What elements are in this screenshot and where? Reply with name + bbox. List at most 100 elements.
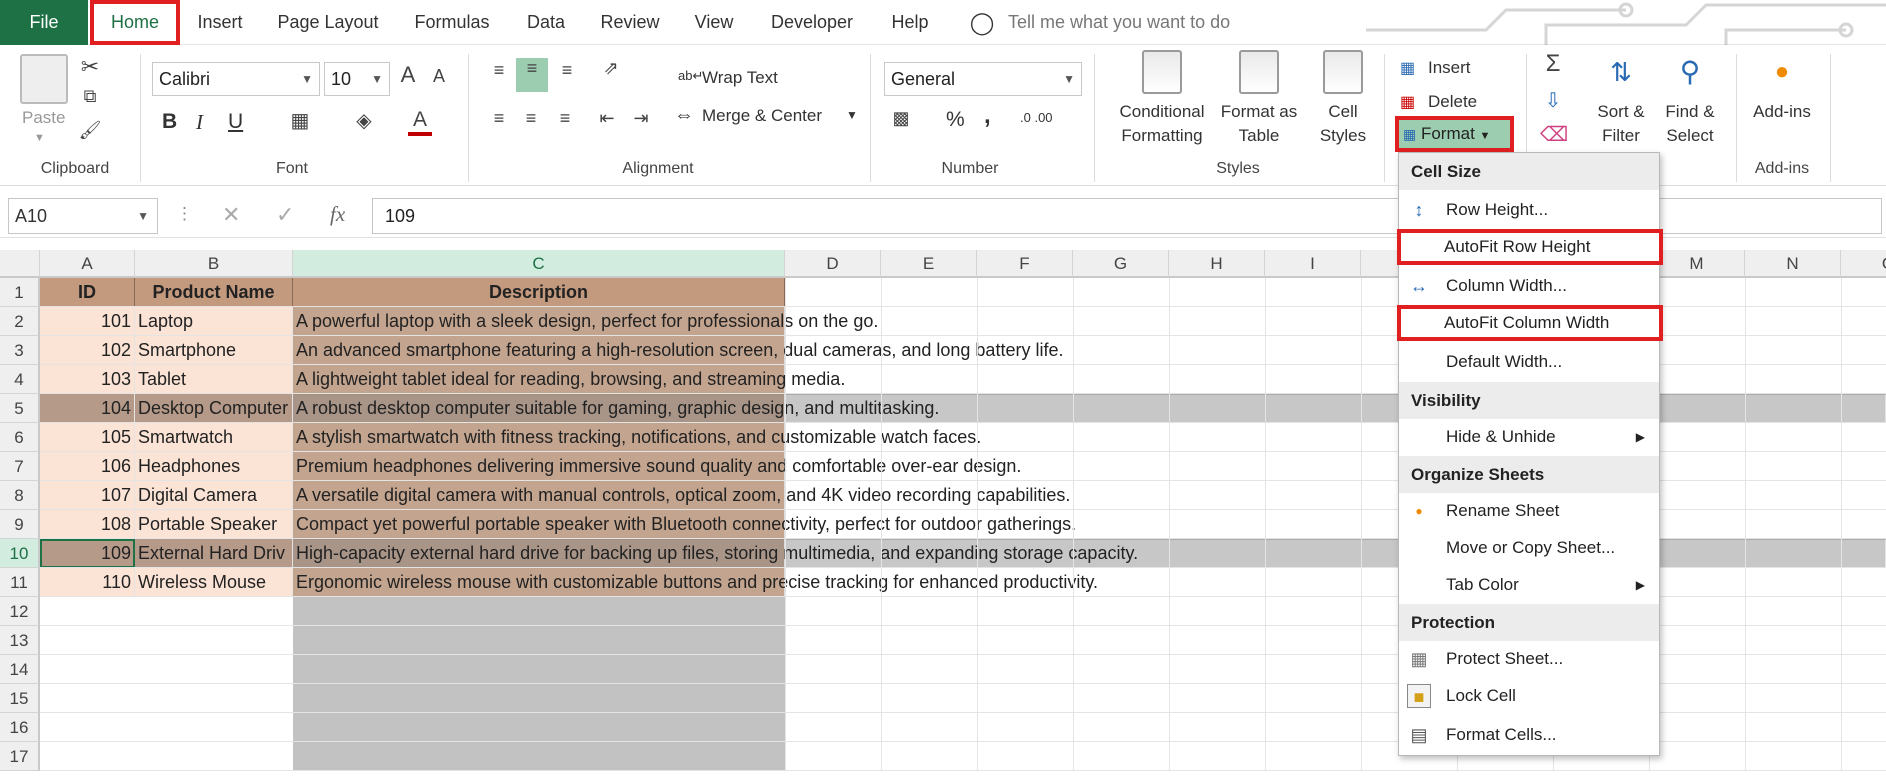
table-cell-description[interactable]: A robust desktop computer suitable for g… (293, 394, 1393, 423)
row-header-16[interactable]: 16 (0, 713, 40, 742)
menu-item-default-width[interactable]: Default Width... (1399, 344, 1659, 380)
enter-icon[interactable]: ✓ (276, 202, 294, 228)
table-cell-product[interactable]: Digital Camera (135, 481, 293, 510)
row-header-7[interactable]: 7 (0, 452, 40, 481)
column-header-o[interactable]: O (1841, 250, 1886, 278)
menu-item-hide-unhide[interactable]: Hide & Unhide ▶ (1399, 419, 1659, 455)
paste-icon[interactable] (20, 54, 68, 104)
add-ins-button[interactable]: ● Add-ins (1744, 50, 1820, 124)
menu-item-tab-color[interactable]: Tab Color ▶ (1399, 567, 1659, 603)
table-cell-description[interactable]: A lightweight tablet ideal for reading, … (293, 365, 1393, 394)
tab-review[interactable]: Review (592, 0, 668, 45)
table-cell-description[interactable]: Ergonomic wireless mouse with customizab… (293, 568, 1393, 597)
align-left-icon[interactable]: ≡ (486, 108, 512, 129)
align-middle-icon[interactable]: ≡ (516, 58, 548, 92)
underline-button[interactable]: U (228, 110, 243, 134)
menu-item-protect-sheet[interactable]: ▦ Protect Sheet... (1399, 641, 1659, 677)
orientation-icon[interactable]: ⇗ (598, 58, 624, 79)
table-cell-id[interactable]: 102 (40, 336, 135, 365)
autosum-icon[interactable]: Σ (1540, 50, 1566, 78)
format-as-table-button[interactable]: Format as Table (1216, 50, 1302, 148)
table-cell-description[interactable]: An advanced smartphone featuring a high-… (293, 336, 1393, 365)
menu-item-autofit-row-height[interactable]: AutoFit Row Height (1397, 229, 1663, 265)
column-header-h[interactable]: H (1169, 250, 1265, 278)
find-select-button[interactable]: ⚲ Find & Select (1656, 50, 1724, 148)
sort-filter-button[interactable]: ⇅ Sort & Filter (1588, 50, 1654, 148)
table-cell-product[interactable]: External Hard Driv (135, 539, 293, 568)
row-header-1[interactable]: 1 (0, 278, 40, 307)
copy-icon[interactable]: ⧉ (78, 86, 102, 107)
paste-dropdown-icon[interactable]: ▼ (34, 132, 45, 144)
tab-help[interactable]: Help (880, 0, 940, 45)
row-header-12[interactable]: 12 (0, 597, 40, 626)
row-header-10[interactable]: 10 (0, 539, 40, 568)
fill-color-icon[interactable]: ◈ (352, 108, 376, 133)
insert-cells-button[interactable]: Insert (1428, 58, 1471, 78)
column-header-g[interactable]: G (1073, 250, 1169, 278)
insert-function-button[interactable]: fx (330, 202, 345, 227)
chevron-down-icon[interactable]: ▼ (846, 108, 858, 122)
row-header-8[interactable]: 8 (0, 481, 40, 510)
align-bottom-icon[interactable]: ≡ (554, 60, 580, 81)
decrease-font-icon[interactable]: A (428, 66, 450, 87)
table-cell-product[interactable]: Smartphone (135, 336, 293, 365)
column-header-f[interactable]: F (977, 250, 1073, 278)
format-cells-button[interactable]: ▦ Format ▼ (1395, 116, 1514, 152)
borders-icon[interactable]: ▦ (288, 108, 312, 133)
table-cell-product[interactable]: Smartwatch (135, 423, 293, 452)
row-header-4[interactable]: 4 (0, 365, 40, 394)
table-cell-description[interactable]: A versatile digital camera with manual c… (293, 481, 1393, 510)
column-header-i[interactable]: I (1265, 250, 1361, 278)
column-header-a[interactable]: A (40, 250, 135, 278)
align-top-icon[interactable]: ≡ (486, 60, 512, 81)
table-cell-product[interactable]: Portable Speaker (135, 510, 293, 539)
column-header-b[interactable]: B (135, 250, 293, 278)
table-cell-id[interactable]: 107 (40, 481, 135, 510)
table-cell-description[interactable]: High-capacity external hard drive for ba… (293, 539, 1393, 568)
decrease-indent-icon[interactable]: ⇤ (594, 108, 620, 129)
tab-home[interactable]: Home (90, 0, 180, 45)
name-box[interactable]: A10 ▼ (8, 198, 158, 234)
column-header-n[interactable]: N (1745, 250, 1841, 278)
font-color-icon[interactable]: A (408, 108, 432, 136)
row-header-9[interactable]: 9 (0, 510, 40, 539)
cell-styles-button[interactable]: Cell Styles (1308, 50, 1378, 148)
table-cell-description[interactable]: A powerful laptop with a sleek design, p… (293, 307, 1393, 336)
menu-item-column-width[interactable]: ↔ Column Width... (1399, 268, 1659, 304)
table-cell-id[interactable]: 110 (40, 568, 135, 597)
table-cell-id[interactable]: 108 (40, 510, 135, 539)
align-center-icon[interactable]: ≡ (518, 108, 544, 129)
table-cell-id[interactable]: 101 (40, 307, 135, 336)
tab-developer[interactable]: Developer (760, 0, 864, 45)
column-header-c[interactable]: C (293, 250, 785, 278)
table-cell-id[interactable]: 109 (40, 539, 135, 568)
cancel-icon[interactable]: ✕ (222, 202, 240, 228)
table-cell-product[interactable]: Headphones (135, 452, 293, 481)
comma-button[interactable]: , (984, 102, 991, 130)
select-all-corner[interactable] (0, 250, 40, 278)
menu-item-format-cells[interactable]: ▤ Format Cells... (1399, 717, 1659, 753)
tab-file[interactable]: File (0, 0, 88, 45)
column-header-m[interactable]: M (1649, 250, 1745, 278)
table-cell-description[interactable]: Premium headphones delivering immersive … (293, 452, 1393, 481)
menu-item-autofit-column-width[interactable]: AutoFit Column Width (1397, 305, 1663, 341)
percent-button[interactable]: % (946, 108, 965, 132)
row-header-11[interactable]: 11 (0, 568, 40, 597)
italic-button[interactable]: I (196, 110, 203, 135)
menu-item-rename-sheet[interactable]: ● Rename Sheet (1399, 493, 1659, 529)
menu-item-row-height[interactable]: ↕ Row Height... (1399, 192, 1659, 228)
row-header-15[interactable]: 15 (0, 684, 40, 713)
table-cell-id[interactable]: 105 (40, 423, 135, 452)
row-header-13[interactable]: 13 (0, 626, 40, 655)
tab-page-layout[interactable]: Page Layout (268, 0, 388, 45)
table-cell-product[interactable]: Wireless Mouse (135, 568, 293, 597)
table-cell-id[interactable]: 106 (40, 452, 135, 481)
tab-view[interactable]: View (684, 0, 744, 45)
conditional-formatting-button[interactable]: Conditional Formatting (1112, 50, 1212, 148)
font-name-select[interactable]: Calibri ▼ (152, 62, 320, 96)
tell-me-search[interactable]: Tell me what you want to do (1008, 0, 1308, 45)
number-format-select[interactable]: General ▼ (884, 62, 1082, 96)
menu-item-move-copy-sheet[interactable]: Move or Copy Sheet... (1399, 530, 1659, 566)
column-header-d[interactable]: D (785, 250, 881, 278)
row-header-2[interactable]: 2 (0, 307, 40, 336)
